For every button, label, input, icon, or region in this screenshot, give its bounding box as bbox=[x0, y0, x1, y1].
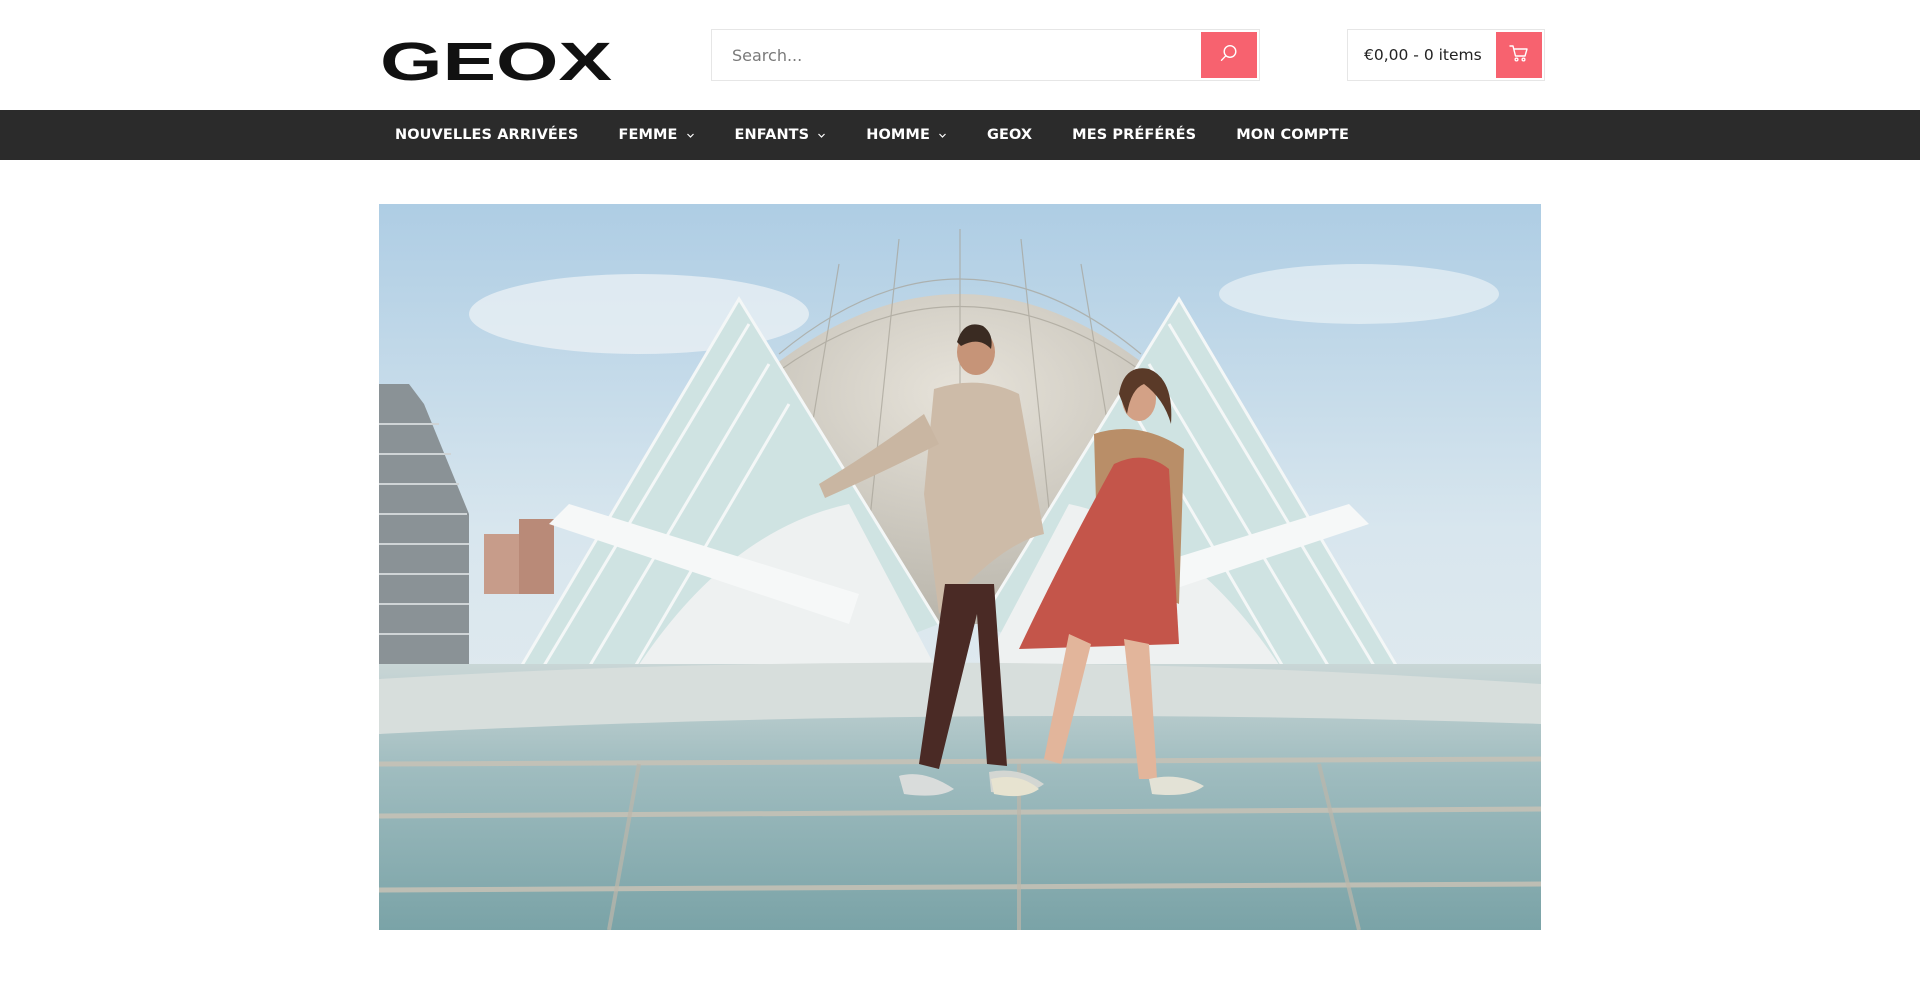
chevron-down-icon bbox=[686, 131, 695, 140]
nav-item-enfants[interactable]: ENFANTS bbox=[711, 110, 843, 160]
nav-item-nouvelles-arrivees[interactable]: NOUVELLES ARRIVÉES bbox=[379, 110, 594, 160]
nav-item-femme[interactable]: FEMME bbox=[594, 110, 710, 160]
cart-button[interactable] bbox=[1496, 32, 1542, 78]
cart-summary[interactable]: €0,00 - 0 items bbox=[1348, 46, 1496, 64]
mini-cart[interactable]: €0,00 - 0 items bbox=[1347, 29, 1545, 81]
nav-item-mon-compte[interactable]: MON COMPTE bbox=[1212, 110, 1365, 160]
search-bar bbox=[711, 29, 1260, 81]
search-button[interactable] bbox=[1201, 32, 1257, 78]
geox-logo[interactable]: GEOX bbox=[379, 36, 614, 84]
nav-item-geox[interactable]: GEOX bbox=[963, 110, 1048, 160]
nav-item-homme[interactable]: HOMME bbox=[842, 110, 963, 160]
search-icon bbox=[1219, 43, 1239, 67]
chevron-down-icon bbox=[817, 131, 826, 140]
site-header: GEOX €0,00 - 0 items bbox=[0, 0, 1920, 110]
nav-label: MES PRÉFÉRÉS bbox=[1072, 127, 1197, 143]
main-navigation: NOUVELLES ARRIVÉES FEMME ENFANTS HOMME G… bbox=[0, 110, 1920, 160]
svg-text:GEOX: GEOX bbox=[380, 36, 612, 84]
hero-banner-image[interactable] bbox=[379, 204, 1541, 930]
cart-icon bbox=[1508, 42, 1530, 68]
nav-label: NOUVELLES ARRIVÉES bbox=[395, 127, 579, 143]
nav-label: ENFANTS bbox=[734, 127, 810, 143]
nav-label: HOMME bbox=[866, 127, 930, 143]
nav-label: GEOX bbox=[986, 127, 1033, 143]
search-input[interactable] bbox=[712, 30, 1200, 80]
nav-item-mes-preferes[interactable]: MES PRÉFÉRÉS bbox=[1048, 110, 1212, 160]
chevron-down-icon bbox=[938, 131, 947, 140]
nav-label: MON COMPTE bbox=[1236, 127, 1349, 143]
nav-label: FEMME bbox=[618, 127, 678, 143]
